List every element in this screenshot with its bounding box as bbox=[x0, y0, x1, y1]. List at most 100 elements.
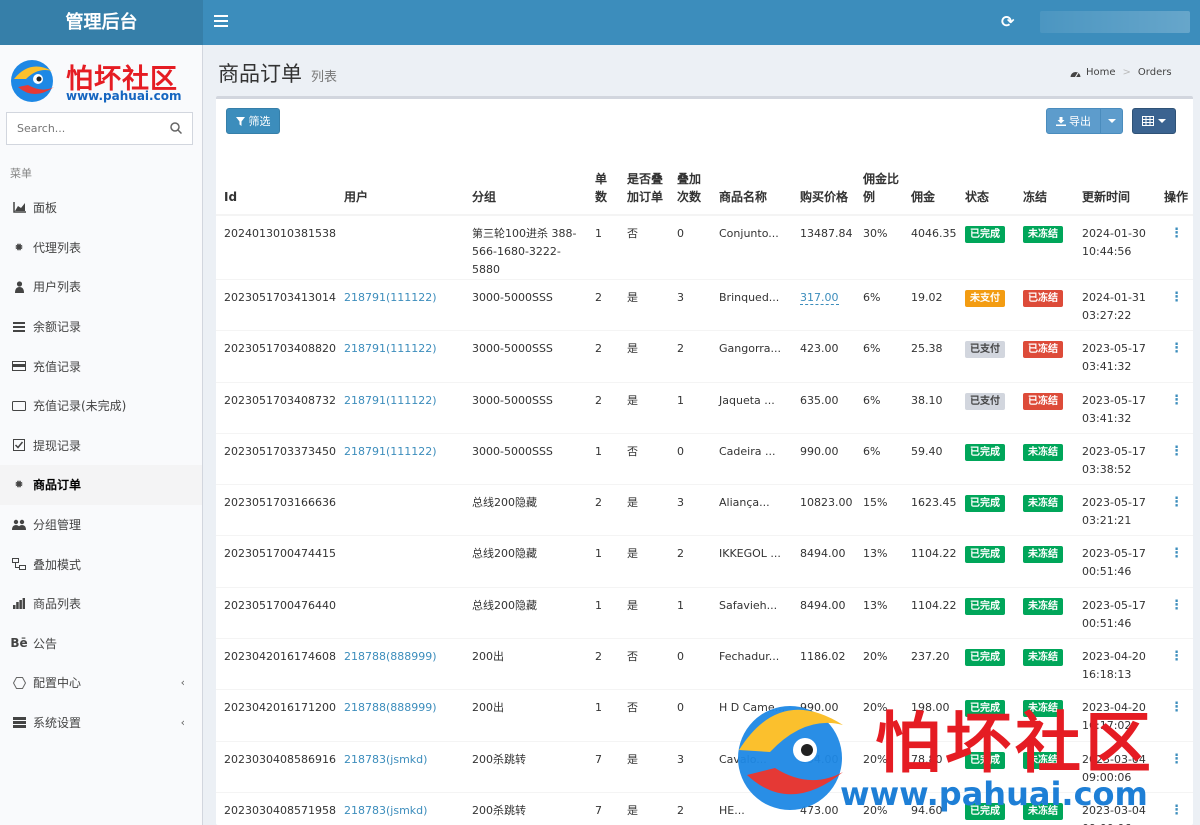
cell-updated: 2023-05-17 03:41:32 bbox=[1074, 381, 1156, 434]
more-options-icon[interactable]: ⋮ bbox=[1170, 226, 1183, 241]
cell-stacked: 是 bbox=[619, 381, 669, 434]
cell-count: 1 bbox=[587, 214, 619, 280]
search-input[interactable] bbox=[7, 113, 157, 144]
updated-time: 16:17:02 bbox=[1082, 719, 1132, 733]
user-link[interactable]: 218783(jsmkd) bbox=[344, 753, 427, 766]
column-header-commission[interactable]: 佣金 bbox=[903, 147, 957, 216]
user-menu[interactable] bbox=[1040, 11, 1190, 33]
column-header-count[interactable]: 单数 bbox=[587, 147, 619, 216]
sidebar-item-balance[interactable]: 余额记录 bbox=[0, 307, 202, 347]
order-id: 20230517034088205 bbox=[224, 342, 336, 356]
more-options-icon[interactable]: ⋮ bbox=[1170, 649, 1183, 664]
sidebar-item-groups[interactable]: 分组管理 bbox=[0, 505, 202, 545]
cell-ratio: 20% bbox=[855, 638, 903, 690]
status-badge: 已完成 bbox=[965, 751, 1005, 769]
cell-commission: 1104.22 bbox=[903, 535, 957, 588]
column-header-status[interactable]: 状态 bbox=[957, 147, 1015, 216]
export-button[interactable]: 导出 bbox=[1046, 108, 1101, 134]
stack-times: 1 bbox=[677, 393, 684, 407]
sidebar-item-notice[interactable]: Bē 公告 bbox=[0, 624, 202, 664]
sidebar-item-dashboard[interactable]: 面板 bbox=[0, 188, 202, 228]
more-options-icon[interactable]: ⋮ bbox=[1170, 495, 1183, 510]
column-header-product[interactable]: 商品名称 bbox=[711, 147, 792, 216]
column-header-price[interactable]: 购买价格 bbox=[792, 147, 855, 216]
column-header-id[interactable]: Id bbox=[216, 147, 336, 216]
columns-button[interactable] bbox=[1132, 108, 1176, 134]
user-link[interactable]: 218788(888999) bbox=[344, 701, 437, 714]
user-link[interactable]: 218791(111122) bbox=[344, 394, 437, 407]
column-header-updated[interactable]: 更新时间 bbox=[1074, 147, 1156, 216]
user-link[interactable]: 218788(888999) bbox=[344, 650, 437, 663]
cell-user bbox=[336, 214, 464, 280]
cell-count: 2 bbox=[587, 381, 619, 434]
user-link[interactable]: 218791(111122) bbox=[344, 342, 437, 355]
order-count: 7 bbox=[595, 803, 602, 817]
frozen-badge: 未冻结 bbox=[1023, 700, 1063, 718]
frozen-badge: 未冻结 bbox=[1023, 226, 1063, 243]
product-name: IKKEGOL ... bbox=[719, 547, 781, 561]
sidebar-item-stack-mode[interactable]: 叠加模式 bbox=[0, 544, 202, 584]
sidebar-item-recharge[interactable]: 充值记录 bbox=[0, 346, 202, 386]
column-header-user[interactable]: 用户 bbox=[336, 147, 464, 216]
price: 473.00 bbox=[800, 803, 839, 817]
price-editable[interactable]: 317.00 bbox=[800, 291, 839, 305]
users-icon bbox=[12, 519, 26, 531]
stacked-flag: 是 bbox=[627, 752, 638, 766]
hexagon-icon bbox=[12, 676, 26, 689]
sidebar-item-users[interactable]: 用户列表 bbox=[0, 267, 202, 307]
cell-group: 3000-5000SSS bbox=[464, 381, 587, 434]
column-header-ratio[interactable]: 佣金比例 bbox=[855, 147, 903, 216]
user-link[interactable]: 218791(111122) bbox=[344, 445, 437, 458]
price: 8494.00 bbox=[800, 547, 846, 561]
app-title[interactable]: 管理后台 bbox=[0, 0, 203, 45]
more-options-icon[interactable]: ⋮ bbox=[1170, 598, 1183, 613]
filter-button[interactable]: 筛选 bbox=[226, 108, 280, 134]
frozen-badge: 未冻结 bbox=[1023, 751, 1063, 769]
product-name: Cadeira ... bbox=[719, 444, 776, 458]
more-options-icon[interactable]: ⋮ bbox=[1170, 341, 1183, 356]
more-options-icon[interactable]: ⋮ bbox=[1170, 803, 1183, 818]
table-row: 20230517033734508 218791(111122) 3000-5000… bbox=[216, 432, 1193, 485]
cell-count: 1 bbox=[587, 586, 619, 639]
sidebar-item-config[interactable]: 配置中心 ‹ bbox=[0, 663, 202, 703]
sidebar-item-system[interactable]: 系统设置 ‹ bbox=[0, 703, 202, 743]
search-icon[interactable] bbox=[170, 122, 182, 134]
cell-stack-times: 2 bbox=[669, 330, 711, 383]
frozen-badge: 已冻结 bbox=[1023, 341, 1063, 359]
sidebar-item-products[interactable]: 商品列表 bbox=[0, 584, 202, 624]
sidebar-item-orders[interactable]: ✹ 商品订单 bbox=[0, 465, 202, 505]
hamburger-icon[interactable] bbox=[214, 15, 228, 29]
more-options-icon[interactable]: ⋮ bbox=[1170, 546, 1183, 561]
user-link[interactable]: 218791(111122) bbox=[344, 291, 437, 304]
cell-user: 218788(888999) bbox=[336, 638, 464, 690]
cell-count: 1 bbox=[587, 689, 619, 742]
sidebar-item-recharge-pending[interactable]: 充值记录(未完成) bbox=[0, 386, 202, 426]
more-options-icon[interactable]: ⋮ bbox=[1170, 444, 1183, 459]
user-link[interactable]: 218783(jsmkd) bbox=[344, 804, 427, 817]
more-options-icon[interactable]: ⋮ bbox=[1170, 393, 1183, 408]
more-options-icon[interactable]: ⋮ bbox=[1170, 290, 1183, 305]
card-icon bbox=[12, 360, 26, 372]
cell-id: 20230517031666366 bbox=[216, 484, 336, 536]
cell-commission: 1623.45 bbox=[903, 484, 957, 536]
product-name: H D Came... bbox=[719, 701, 786, 715]
column-header-stack-times[interactable]: 叠加次数 bbox=[669, 147, 711, 216]
column-header-group[interactable]: 分组 bbox=[464, 147, 587, 216]
breadcrumb-home[interactable]: Home bbox=[1086, 67, 1116, 78]
commission-ratio: 30% bbox=[863, 227, 888, 240]
group-name: 200杀跳转 bbox=[472, 752, 526, 766]
more-options-icon[interactable]: ⋮ bbox=[1170, 700, 1183, 715]
cell-price: 473.00 bbox=[792, 791, 855, 825]
sidebar-item-agents[interactable]: ✹ 代理列表 bbox=[0, 228, 202, 268]
column-header-frozen[interactable]: 冻结 bbox=[1015, 147, 1074, 216]
export-dropdown-button[interactable] bbox=[1100, 108, 1123, 134]
more-options-icon[interactable]: ⋮ bbox=[1170, 752, 1183, 767]
column-header-stacked[interactable]: 是否叠加订单 bbox=[619, 147, 669, 216]
cell-commission: 59.40 bbox=[903, 432, 957, 485]
cell-stack-times: 3 bbox=[669, 740, 711, 793]
cell-ratio: 13% bbox=[855, 535, 903, 588]
cell-frozen: 已冻结 bbox=[1015, 381, 1074, 434]
frozen-badge: 已冻结 bbox=[1023, 290, 1063, 307]
sidebar-item-withdraw[interactable]: 提现记录 bbox=[0, 426, 202, 466]
refresh-icon[interactable]: ⟳ bbox=[1001, 12, 1014, 31]
